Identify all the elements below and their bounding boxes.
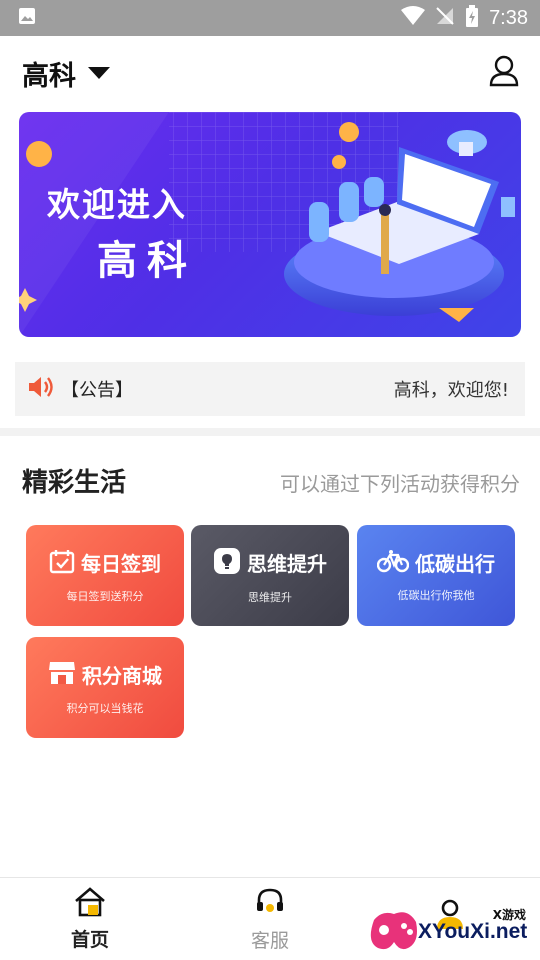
section-title: 精彩生活 — [22, 468, 127, 498]
banner-brand: 高科 — [97, 238, 197, 284]
profile-button[interactable] — [488, 55, 520, 91]
card-subtitle: 积分可以当钱花 — [66, 701, 144, 715]
gallery-icon — [18, 7, 36, 29]
no-signal-icon — [435, 6, 455, 30]
card-title: 每日签到 — [81, 552, 161, 576]
watermark: X游戏 XYouXi.net — [364, 898, 540, 960]
wifi-icon — [401, 6, 426, 30]
card-thinking-boost[interactable]: 思维提升 思维提升 — [191, 525, 349, 626]
bicycle-icon — [376, 549, 410, 577]
announcement-text: 高科，欢迎您! — [393, 380, 509, 401]
user-icon — [489, 55, 519, 91]
battery-icon — [465, 5, 479, 31]
card-title: 低碳出行 — [415, 552, 495, 576]
card-title: 思维提升 — [247, 552, 327, 576]
city-selector[interactable]: 高科 — [22, 54, 488, 93]
section-subtitle: 可以通过下列活动获得积分 — [280, 472, 520, 496]
card-subtitle: 每日签到送积分 — [66, 589, 144, 603]
home-icon — [73, 886, 107, 921]
top-bar: 高科 — [0, 36, 540, 110]
card-points-mall[interactable]: 积分商城 积分可以当钱花 — [26, 637, 184, 738]
store-icon — [48, 660, 76, 690]
announcement-label: 【公告】 — [61, 380, 133, 401]
card-subtitle: 思维提升 — [248, 590, 292, 604]
headset-icon — [254, 886, 286, 922]
dropdown-caret-icon — [88, 67, 110, 79]
clock: 7:38 — [489, 6, 528, 29]
speaker-icon — [27, 375, 55, 403]
tab-home[interactable]: 首页 — [0, 878, 180, 960]
city-name: 高科 — [22, 60, 76, 92]
status-bar: 7:38 — [0, 0, 540, 36]
card-low-carbon[interactable]: 低碳出行 低碳出行你我他 — [357, 525, 515, 626]
section-header: 精彩生活 可以通过下列活动获得积分 — [22, 462, 520, 499]
section-divider — [0, 428, 540, 436]
card-subtitle: 低碳出行你我他 — [397, 589, 475, 602]
gamepad-logo-icon — [370, 912, 417, 950]
watermark-site: XYouXi.net — [418, 920, 528, 943]
calendar-check-icon — [49, 548, 75, 578]
welcome-banner[interactable]: 欢迎进入 高科 — [19, 112, 521, 337]
tab-customer-service[interactable]: 客服 — [180, 878, 360, 960]
tab-label: 客服 — [250, 929, 289, 952]
banner-headline: 欢迎进入 — [47, 185, 187, 224]
tab-label: 首页 — [70, 928, 109, 951]
card-daily-checkin[interactable]: 每日签到 每日签到送积分 — [26, 525, 184, 626]
announcement-bar[interactable]: 【公告】 高科，欢迎您! — [15, 362, 525, 416]
card-title: 积分商城 — [82, 664, 162, 688]
lightbulb-icon — [213, 547, 241, 579]
